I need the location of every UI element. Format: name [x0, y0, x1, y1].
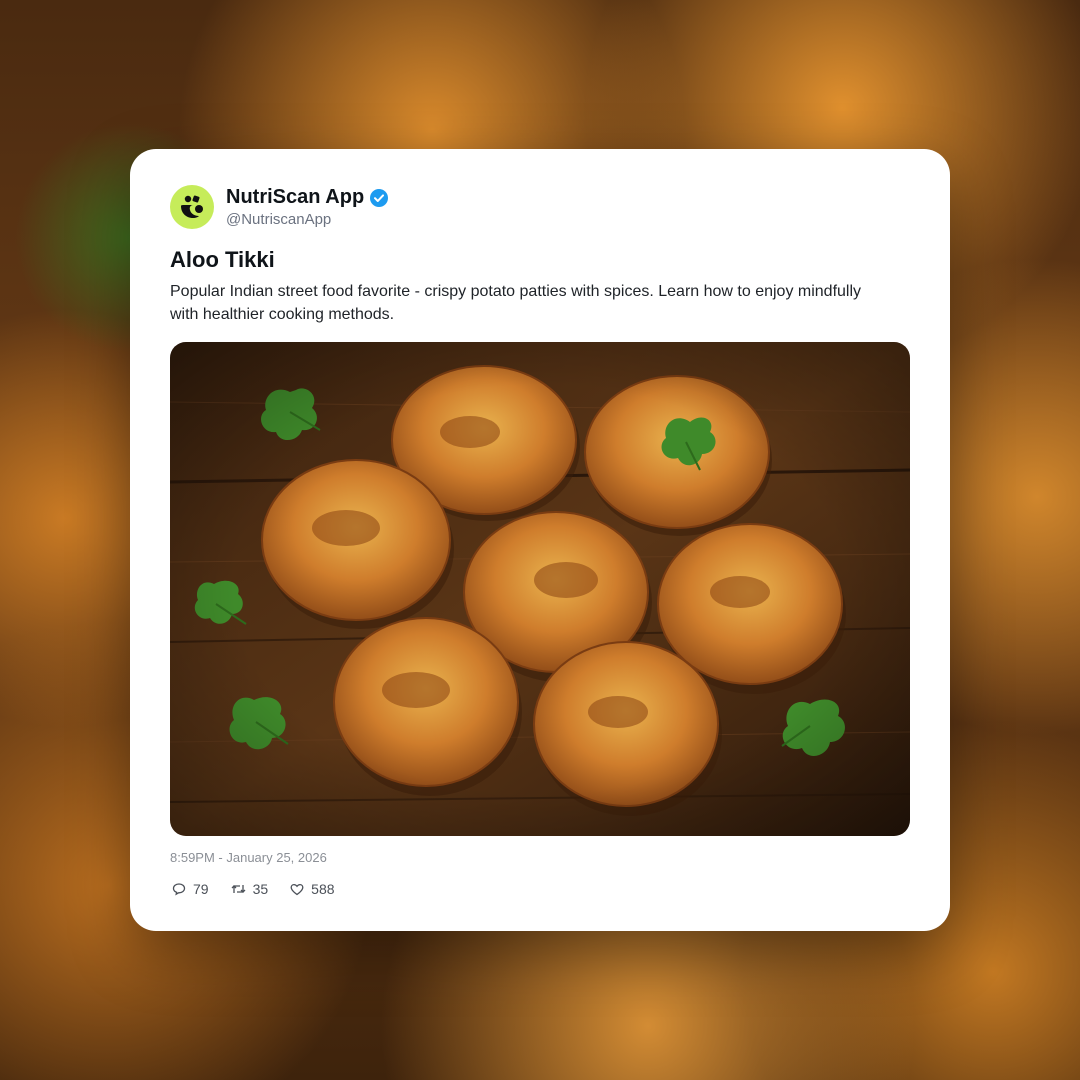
post-body: Popular Indian street food favorite - cr…	[170, 283, 862, 323]
repost-count: 35	[252, 881, 269, 897]
name-row: NutriScan App	[226, 186, 389, 209]
verified-badge-icon	[369, 188, 389, 208]
reply-icon	[172, 883, 186, 896]
avatar[interactable]	[170, 185, 214, 229]
author-display-name[interactable]: NutriScan App	[226, 186, 364, 209]
reply-button[interactable]: 79	[172, 881, 209, 897]
repost-button[interactable]: 35	[231, 881, 269, 897]
reply-count: 79	[193, 881, 209, 897]
aloo-tikki-photo	[170, 342, 910, 836]
author-handle[interactable]: @NutriscanApp	[226, 211, 389, 228]
post-timestamp: 8:59PM - January 25, 2026	[170, 850, 327, 865]
nutriscan-logo-icon	[181, 195, 203, 218]
post-image[interactable]	[170, 342, 910, 836]
engagement-bar: 79 35 588	[172, 881, 357, 897]
heart-icon	[290, 883, 304, 895]
author-info: NutriScan App @NutriscanApp	[226, 186, 389, 228]
post-header: NutriScan App @NutriscanApp	[170, 185, 389, 229]
like-count: 588	[311, 881, 335, 897]
like-button[interactable]: 588	[290, 881, 335, 897]
repost-icon	[231, 885, 246, 893]
post-title: Aloo Tikki	[170, 247, 275, 272]
post-card: NutriScan App @NutriscanApp Aloo Tikki P…	[130, 149, 950, 931]
